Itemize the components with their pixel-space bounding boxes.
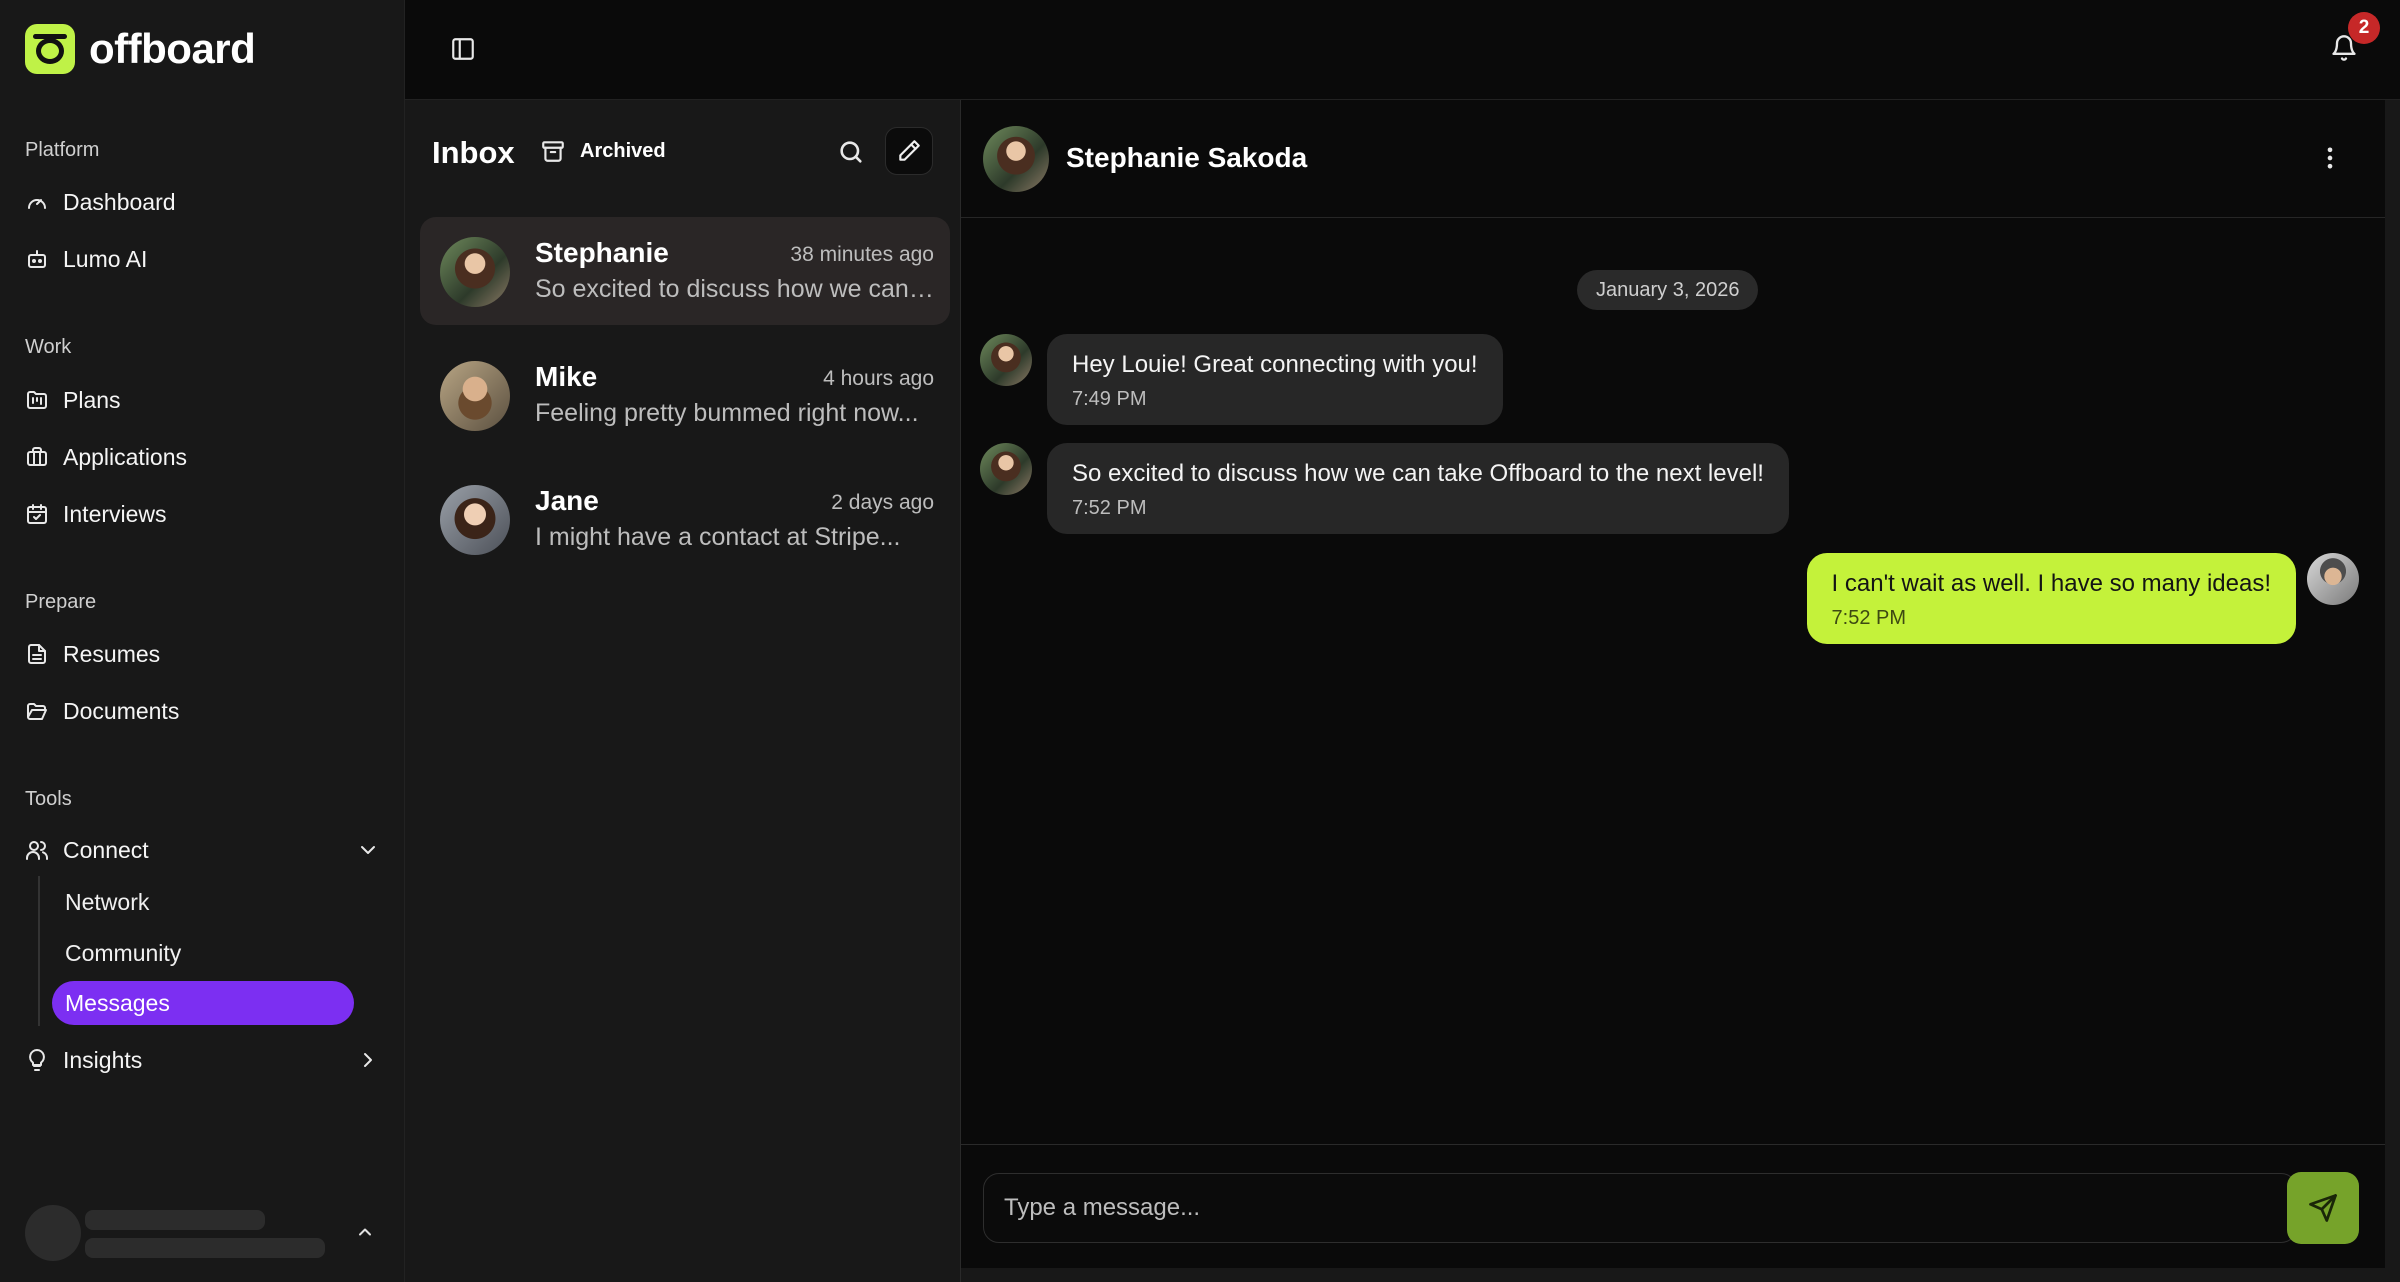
sidebar-item-lumo-ai[interactable]: Lumo AI — [25, 239, 147, 279]
sidebar: offboard Platform Dashboard Lumo AI Work… — [0, 0, 405, 1282]
sidebar-item-label: Documents — [63, 697, 180, 724]
sidebar-item-documents[interactable]: Documents — [25, 691, 179, 731]
conversation-name: Stephanie — [535, 237, 669, 268]
avatar — [440, 361, 510, 431]
section-label-platform: Platform — [25, 139, 100, 161]
message-time: 7:52 PM — [1072, 497, 1147, 519]
message-time: 7:49 PM — [1072, 388, 1147, 410]
chevron-right-icon[interactable] — [356, 1048, 380, 1072]
offboard-logo-icon — [25, 24, 75, 74]
lightbulb-icon — [29, 1049, 45, 1071]
sidebar-item-label: Insights — [63, 1046, 143, 1073]
conversation-item-mike[interactable]: Mike 4 hours ago Feeling pretty bummed r… — [420, 341, 950, 449]
message-avatar — [980, 334, 1032, 386]
pencil-icon — [899, 140, 920, 161]
conversation-time: 4 hours ago — [823, 367, 934, 390]
message-text: So excited to discuss how we can take Of… — [1072, 460, 1764, 487]
notification-badge: 2 — [2348, 12, 2380, 44]
sidebar-toggle-icon[interactable] — [450, 36, 476, 62]
message-time: 7:52 PM — [1831, 607, 1907, 629]
sidebar-item-label: Interviews — [63, 500, 167, 527]
chat-panel: Stephanie Sakoda January 3, 2026 Hey Lou… — [961, 100, 2385, 1268]
sidebar-item-insights[interactable]: Insights — [25, 1040, 380, 1080]
section-label-work: Work — [25, 336, 72, 358]
conversation-preview: Feeling pretty bummed right now... — [535, 399, 919, 427]
folder-open-icon — [27, 703, 47, 720]
sidebar-item-resumes[interactable]: Resumes — [25, 634, 160, 674]
avatar — [440, 237, 510, 307]
conversation-item-stephanie[interactable]: Stephanie 38 minutes ago So excited to d… — [420, 217, 950, 325]
more-options-icon[interactable] — [2316, 144, 2344, 172]
conversation-time: 38 minutes ago — [790, 243, 934, 266]
section-label-prepare: Prepare — [25, 591, 97, 613]
chevron-up-icon[interactable] — [355, 1222, 375, 1242]
date-separator: January 3, 2026 — [1577, 270, 1759, 310]
contact-avatar[interactable] — [983, 126, 1049, 192]
message-text: Hey Louie! Great connecting with you! — [1072, 351, 1478, 378]
user-avatar-placeholder[interactable] — [25, 1205, 81, 1261]
conversation-time: 2 days ago — [831, 491, 934, 514]
sidebar-item-label: Lumo AI — [63, 245, 148, 272]
chat-header: Stephanie Sakoda — [961, 100, 2385, 218]
sidebar-item-dashboard[interactable]: Dashboard — [25, 182, 176, 222]
archived-label: Archived — [580, 139, 666, 162]
avatar — [440, 485, 510, 555]
contact-name: Stephanie Sakoda — [1066, 142, 1308, 173]
message-bubble-incoming: Hey Louie! Great connecting with you! 7:… — [1047, 334, 1503, 425]
bot-icon — [28, 250, 46, 268]
message-text: I can't wait as well. I have so many ide… — [1831, 570, 2271, 597]
message-avatar — [980, 443, 1032, 495]
inbox-panel: Inbox Archived Stephanie 38 minutes ago … — [405, 100, 961, 1282]
message-avatar — [2307, 553, 2359, 605]
user-email-placeholder — [85, 1238, 325, 1258]
topbar: 2 — [405, 0, 2400, 100]
sidebar-item-plans[interactable]: Plans — [25, 380, 121, 420]
message-composer — [961, 1144, 2385, 1268]
conversation-name: Mike — [535, 361, 598, 392]
sidebar-subitem-network[interactable]: Network — [65, 882, 149, 922]
sidebar-item-connect[interactable]: Connect — [25, 830, 380, 870]
archived-button[interactable]: Archived — [540, 138, 666, 164]
sidebar-item-interviews[interactable]: Interviews — [25, 494, 167, 534]
brand-name: offboard — [89, 25, 256, 72]
message-bubble-incoming: So excited to discuss how we can take Of… — [1047, 443, 1789, 534]
send-icon — [2309, 1194, 2337, 1222]
inbox-title: Inbox — [432, 135, 515, 170]
submenu-rail — [38, 876, 40, 1026]
conversation-item-jane[interactable]: Jane 2 days ago I might have a contact a… — [420, 465, 950, 573]
message-bubble-outgoing: I can't wait as well. I have so many ide… — [1806, 553, 2296, 644]
briefcase-icon — [27, 447, 47, 466]
sidebar-item-label: Plans — [63, 386, 121, 413]
sidebar-item-label: Resumes — [63, 640, 161, 667]
calendar-check-icon — [27, 504, 47, 524]
search-icon[interactable] — [837, 138, 865, 166]
conversation-preview: I might have a contact at Stripe... — [535, 523, 901, 551]
user-name-placeholder — [85, 1210, 265, 1230]
folder-kanban-icon — [27, 391, 47, 409]
brand-logo[interactable]: offboard — [25, 24, 256, 74]
sidebar-item-applications[interactable]: Applications — [25, 437, 187, 477]
archive-icon — [542, 141, 564, 162]
sidebar-item-label: Applications — [63, 443, 188, 470]
page-scrollbar[interactable] — [2385, 100, 2400, 1282]
sidebar-subitem-messages[interactable]: Messages — [52, 981, 354, 1025]
chevron-down-icon[interactable] — [356, 838, 380, 862]
compose-button[interactable] — [885, 127, 933, 175]
send-button[interactable] — [2287, 1172, 2359, 1244]
sidebar-item-label: Dashboard — [63, 188, 176, 215]
conversation-name: Jane — [535, 485, 599, 516]
file-text-icon — [28, 644, 46, 664]
sidebar-subitem-community[interactable]: Community — [65, 933, 181, 973]
sidebar-item-label: Connect — [63, 836, 149, 863]
section-label-tools: Tools — [25, 788, 72, 810]
message-input[interactable] — [983, 1173, 2297, 1243]
chat-footer-strip — [961, 1268, 2385, 1282]
users-icon — [26, 841, 49, 860]
gauge-icon — [28, 199, 46, 209]
conversation-preview: So excited to discuss how we can take Of… — [535, 275, 935, 303]
